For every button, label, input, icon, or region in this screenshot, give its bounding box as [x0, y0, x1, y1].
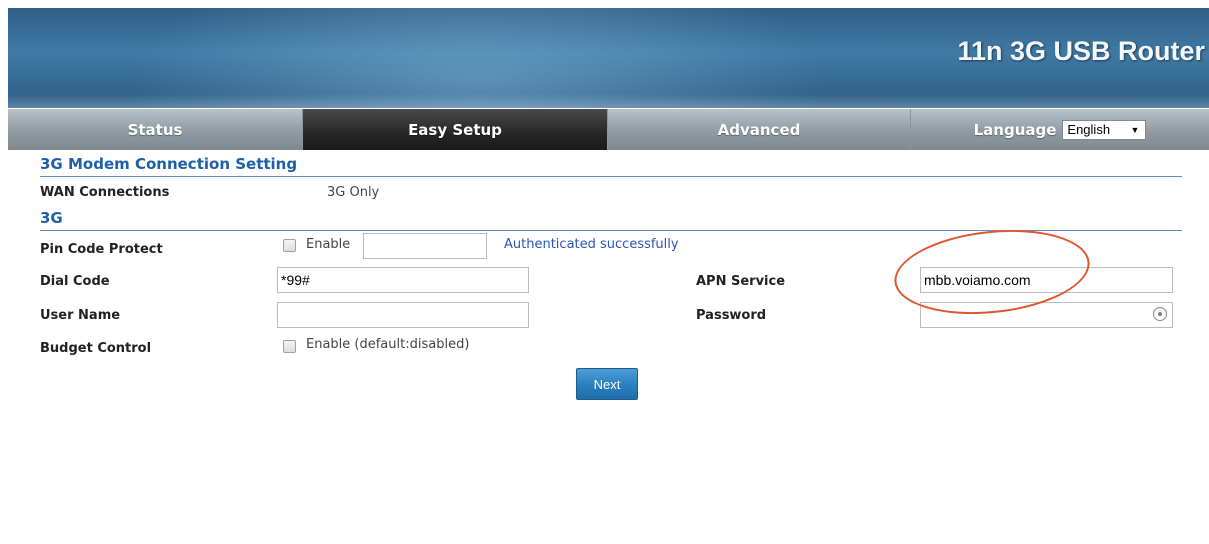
- apn-input[interactable]: [920, 267, 1173, 293]
- router-title: 11n 3G USB Router: [957, 36, 1205, 66]
- language-label: Language: [973, 120, 1057, 139]
- username-label: User Name: [40, 308, 121, 323]
- tab-advanced[interactable]: Advanced: [608, 109, 911, 150]
- main-nav: Status Easy Setup Advanced Language Engl…: [8, 109, 1209, 150]
- wan-label: WAN Connections: [40, 185, 170, 200]
- next-button[interactable]: Next: [576, 368, 638, 400]
- pin-label: Pin Code Protect: [40, 242, 163, 257]
- section-title: 3G Modem Connection Setting: [40, 150, 1182, 177]
- tab-easy-setup[interactable]: Easy Setup: [303, 109, 608, 150]
- subsection-title: 3G: [40, 205, 1182, 231]
- password-field: [920, 302, 1173, 328]
- header-banner: 11n 3G USB Router: [8, 8, 1209, 108]
- tab-status[interactable]: Status: [8, 109, 303, 150]
- dropdown-arrow-icon: ▼: [1130, 124, 1140, 135]
- username-input[interactable]: [277, 302, 529, 328]
- language-value: English: [1067, 122, 1111, 137]
- budget-enable-checkbox[interactable]: [283, 340, 296, 353]
- dial-code-label: Dial Code: [40, 274, 110, 289]
- password-input[interactable]: [920, 302, 1173, 328]
- reveal-password-icon[interactable]: [1153, 307, 1167, 321]
- dial-code-input[interactable]: [277, 267, 529, 293]
- password-label: Password: [696, 308, 767, 323]
- language-select[interactable]: English ▼: [1062, 119, 1147, 140]
- budget-enable-label: Enable (default:disabled): [306, 337, 470, 352]
- tab-language: Language English ▼: [911, 109, 1209, 150]
- pin-code-input[interactable]: [363, 233, 487, 259]
- wan-value: 3G Only: [327, 185, 380, 200]
- budget-label: Budget Control: [40, 341, 152, 356]
- pin-enable-label: Enable: [306, 237, 351, 252]
- pin-enable-checkbox[interactable]: [283, 239, 296, 252]
- apn-label: APN Service: [696, 274, 786, 289]
- pin-status: Authenticated successfully: [504, 237, 679, 252]
